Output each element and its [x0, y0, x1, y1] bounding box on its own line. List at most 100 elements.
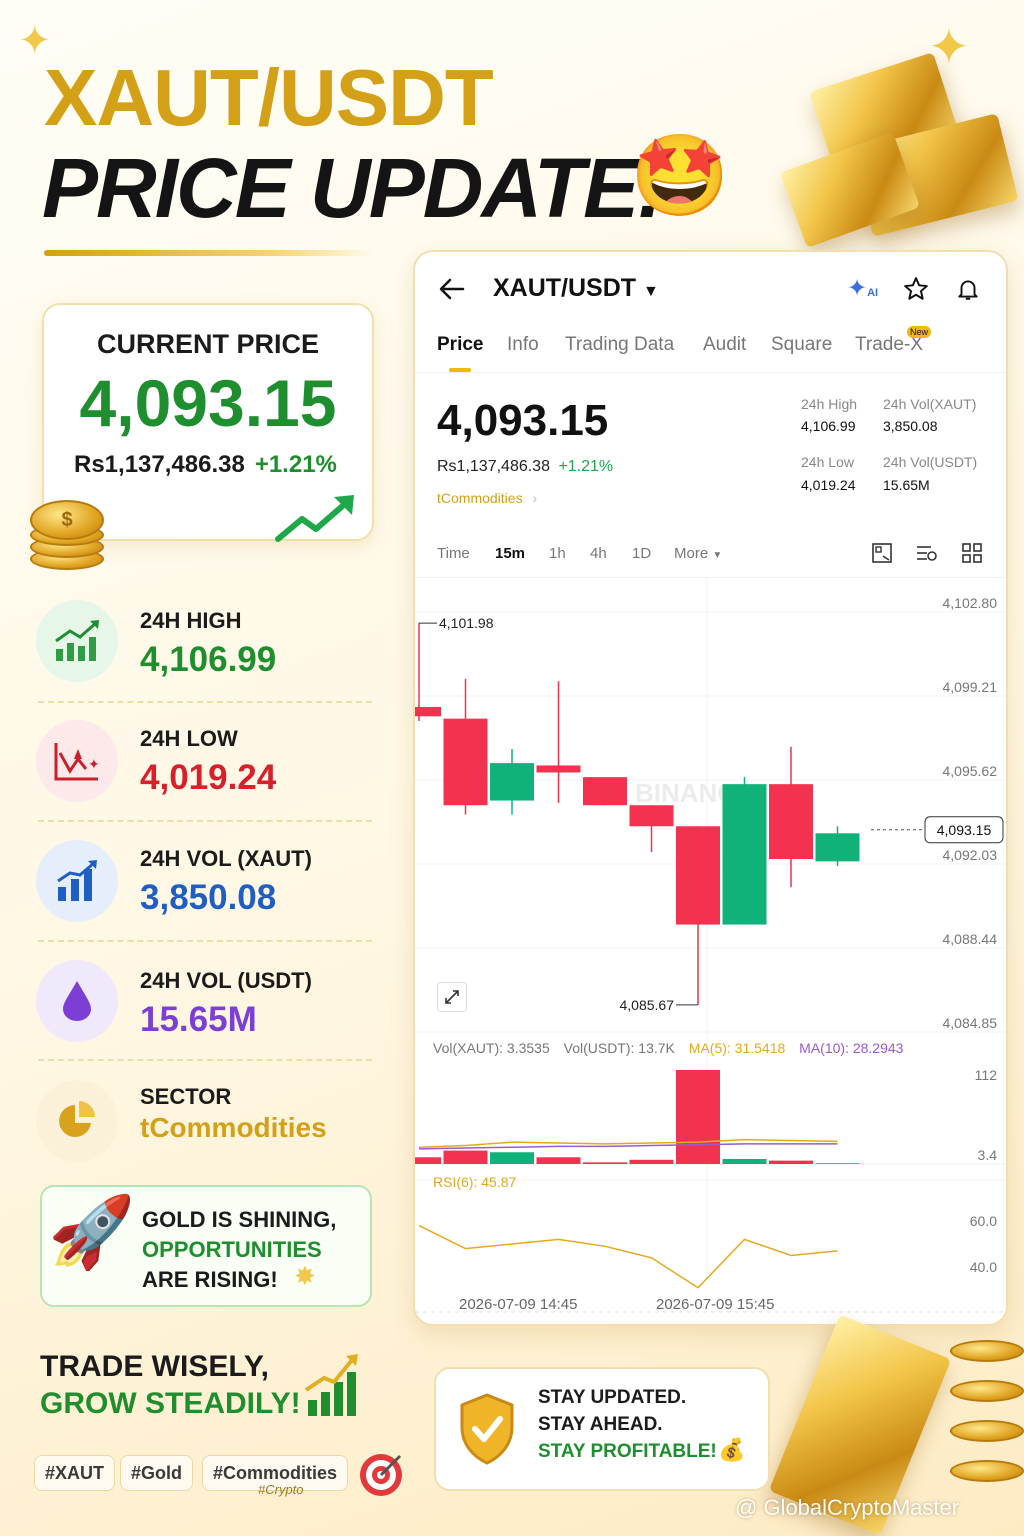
- caret-down-icon: ▼: [712, 550, 723, 561]
- sector-link-label: tCommodities: [437, 490, 523, 506]
- stat-label-24h-low: 24H LOW: [140, 726, 238, 751]
- volume-axis-tick: 112: [975, 1067, 998, 1083]
- ma5-legend: MA(5): 31.5418: [688, 1040, 786, 1056]
- headline-title: PRICE UPDATE!: [42, 141, 665, 235]
- headline-underline: [44, 250, 374, 256]
- volume-bar: [769, 1160, 813, 1164]
- back-arrow-icon[interactable]: [439, 278, 465, 300]
- new-badge: New: [907, 326, 932, 338]
- stat-low-label: 24h Low: [801, 454, 854, 470]
- chevron-right-icon: ›: [532, 490, 538, 506]
- current-price-value: 4,093.15: [79, 366, 337, 440]
- divider: [38, 940, 372, 942]
- growth-bars-icon: [304, 1354, 358, 1416]
- shield-check-icon: [460, 1393, 514, 1465]
- tab-price[interactable]: Price: [437, 334, 483, 356]
- volume-legend: Vol(XAUT): 3.3535 Vol(USDT): 13.7K MA(5)…: [433, 1040, 903, 1056]
- candle-body: [415, 706, 441, 717]
- vol-xaut-legend: Vol(XAUT): 3.3535: [433, 1040, 550, 1056]
- hashtag-gold[interactable]: #Gold: [120, 1455, 194, 1491]
- interval-more[interactable]: More ▼: [674, 545, 722, 562]
- phone-local-price: Rs1,137,486.38: [437, 458, 550, 475]
- shine-line-3: ARE RISING!: [142, 1267, 278, 1292]
- stat-value-24h-vol-usdt: 15.65M: [140, 1000, 257, 1039]
- interval-1h[interactable]: 1h: [549, 545, 566, 562]
- author-credit: @ GlobalCryptoMaster: [735, 1495, 960, 1520]
- volume-bar: [415, 1157, 441, 1164]
- hashtag-xaut[interactable]: #XAUT: [34, 1455, 116, 1491]
- rocket-icon: 🚀: [48, 1193, 136, 1271]
- low-annotation: 4,085.67: [620, 997, 675, 1013]
- rsi-legend: RSI(6): 45.87: [433, 1174, 517, 1190]
- indicator-icon[interactable]: [915, 542, 939, 564]
- drop-icon: [36, 960, 118, 1042]
- notification-bell-icon[interactable]: [955, 276, 981, 302]
- interval-15m[interactable]: 15m: [495, 545, 525, 562]
- divider: [38, 820, 372, 822]
- candle-body: [629, 805, 674, 827]
- ai-label: AI: [867, 287, 879, 299]
- stat-low-value: 4,019.24: [801, 477, 856, 493]
- star-eyes-emoji-icon: 🤩: [630, 131, 730, 220]
- expand-icon[interactable]: [437, 982, 467, 1012]
- volume-bar: [815, 1163, 860, 1164]
- price-axis-tick: 4,088.44: [943, 931, 998, 947]
- stat-label-24h-high: 24H HIGH: [140, 608, 242, 633]
- candlestick-chart[interactable]: BINANCE 4,102.804,099.214,095.624,092.03…: [415, 578, 1008, 1326]
- tab-info[interactable]: Info: [507, 334, 539, 356]
- shine-line-2: OPPORTUNITIES: [142, 1237, 322, 1262]
- volume-bar: [536, 1157, 581, 1164]
- current-price-sub: Rs1,137,486.38 +1.21%: [74, 451, 337, 479]
- divider: [38, 1059, 372, 1061]
- star-icon: ✸: [294, 1261, 316, 1291]
- current-price-label: CURRENT PRICE: [96, 329, 319, 359]
- slogan-line-2: GROW STEADILY!: [40, 1387, 301, 1420]
- high-annotation: 4,101.98: [439, 615, 494, 631]
- volume-bar: [443, 1150, 488, 1164]
- vol-usdt-legend: Vol(USDT): 13.7K: [563, 1040, 675, 1056]
- stat-vol-xaut-value: 3,850.08: [883, 418, 938, 434]
- price-change: +1.21%: [254, 451, 337, 478]
- stat-value-sector: tCommodities: [140, 1112, 327, 1143]
- stat-value-24h-high: 4,106.99: [140, 640, 277, 679]
- pair-selector[interactable]: XAUT/USDT ▼: [493, 274, 659, 303]
- trade-wisely-slogan: TRADE WISELY, GROW STEADILY!: [40, 1348, 301, 1422]
- grid-layout-icon[interactable]: [961, 542, 983, 564]
- candle-body: [722, 784, 767, 925]
- stat-high-value: 4,106.99: [801, 418, 856, 434]
- volume-bar: [583, 1162, 627, 1164]
- candle-body: [490, 763, 534, 801]
- phone-price-change: +1.21%: [558, 458, 614, 475]
- tab-trading-data[interactable]: Trading Data: [565, 334, 674, 356]
- sector-link[interactable]: tCommodities ›: [437, 490, 537, 506]
- phone-price: 4,093.15: [437, 396, 609, 445]
- last-price-label: 4,093.15: [937, 822, 992, 838]
- chart-down-icon: ✦: [36, 720, 118, 802]
- price-axis-tick: 4,102.80: [943, 595, 998, 611]
- stat-label-sector: SECTOR: [140, 1084, 232, 1109]
- rsi-axis-tick: 40.0: [970, 1259, 997, 1275]
- favorite-star-icon[interactable]: [903, 276, 929, 302]
- chart-settings-icon[interactable]: [871, 542, 893, 564]
- stay-updated-card: STAY UPDATED. STAY AHEAD. STAY PROFITABL…: [434, 1367, 770, 1491]
- interval-more-label: More: [674, 545, 709, 562]
- hashtag-crypto: #Crypto: [258, 1482, 304, 1497]
- ai-sparkle-icon[interactable]: ✦AI: [847, 274, 878, 303]
- interval-4h[interactable]: 4h: [590, 545, 607, 562]
- pie-chart-icon: [36, 1080, 118, 1162]
- caret-down-icon: ▼: [643, 283, 659, 300]
- price-axis-tick: 4,095.62: [943, 763, 998, 779]
- tab-square[interactable]: Square: [771, 334, 832, 356]
- shine-line-1: GOLD IS SHINING,: [142, 1207, 337, 1232]
- candle-body: [815, 833, 860, 862]
- volume-axis-tick: 3.4: [978, 1147, 998, 1163]
- interval-1d[interactable]: 1D: [632, 545, 651, 562]
- tab-audit[interactable]: Audit: [703, 334, 746, 356]
- headline-pair: XAUT/USDT: [44, 53, 494, 142]
- price-axis-tick: 4,084.85: [943, 1015, 998, 1031]
- candle-body: [443, 718, 488, 806]
- interval-time[interactable]: Time: [437, 545, 470, 562]
- app-screenshot-panel: XAUT/USDT ▼ ✦AI Price Info Trading Data …: [413, 250, 1008, 1326]
- rsi-axis-tick: 60.0: [970, 1213, 997, 1229]
- chart-up-icon: [36, 600, 118, 682]
